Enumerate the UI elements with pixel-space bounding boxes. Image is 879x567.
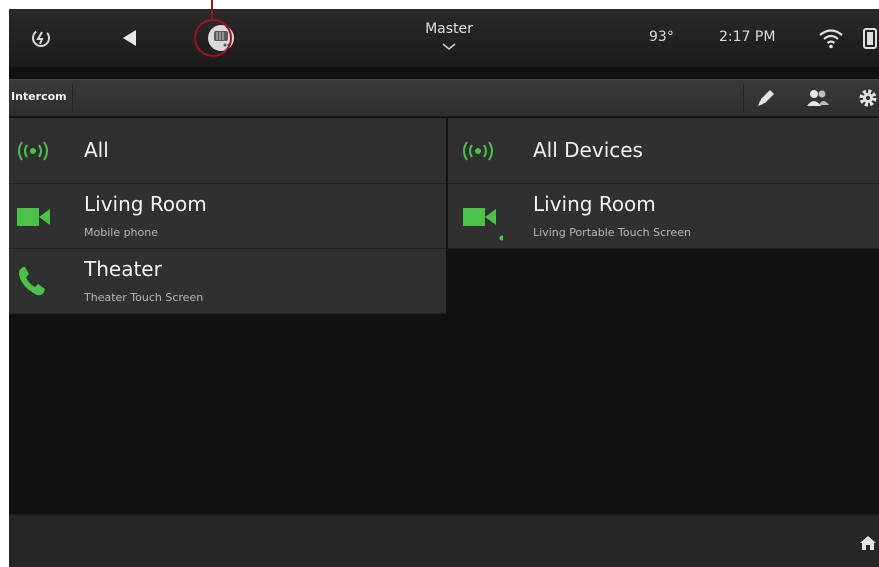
battery-icon <box>861 9 879 67</box>
list-item-living-room[interactable]: Living Room Mobile phone <box>9 184 446 249</box>
divider <box>743 84 744 112</box>
temperature-readout: 93° <box>649 29 674 45</box>
back-button[interactable] <box>114 9 144 67</box>
chevron-down-icon[interactable] <box>439 41 459 53</box>
phone-icon <box>17 265 47 301</box>
list-item-subtitle: Theater Touch Screen <box>84 291 204 304</box>
bottom-bar <box>9 514 879 567</box>
broadcast-icon <box>460 140 496 166</box>
callout-line <box>211 0 213 20</box>
contacts-icon[interactable] <box>805 87 831 111</box>
clock: 2:17 PM <box>719 29 776 45</box>
settings-gear-icon[interactable] <box>857 87 879 111</box>
video-camera-icon <box>463 206 505 246</box>
list-item-theater[interactable]: Theater Theater Touch Screen <box>9 249 446 314</box>
power-icon[interactable] <box>23 9 59 67</box>
list-item-title: All Devices <box>533 138 643 162</box>
list-item-all[interactable]: All <box>9 118 446 184</box>
top-bar: Master 93° 2:17 PM <box>9 9 879 67</box>
callout-ring <box>194 19 232 57</box>
section-title: Intercom <box>11 90 67 103</box>
home-icon[interactable] <box>859 535 877 551</box>
list-item-title: Theater <box>84 257 162 281</box>
list-item-all-devices[interactable]: All Devices <box>448 118 879 184</box>
list-item-title: Living Room <box>84 192 207 216</box>
room-selector-label[interactable]: Master <box>404 21 494 37</box>
divider <box>72 84 73 112</box>
list-item-title: Living Room <box>533 192 656 216</box>
touch-panel-screen: Master 93° 2:17 PM Intercom All Living R… <box>9 9 879 567</box>
list-item-subtitle: Living Portable Touch Screen <box>533 226 691 239</box>
wifi-icon <box>815 9 847 67</box>
list-item-living-room-device[interactable]: Living Room Living Portable Touch Screen <box>448 184 879 249</box>
broadcast-icon <box>15 140 51 166</box>
list-item-subtitle: Mobile phone <box>84 226 159 239</box>
video-camera-icon <box>17 206 51 232</box>
list-item-title: All <box>84 138 109 162</box>
section-header: Intercom <box>9 79 879 117</box>
edit-pencil-icon[interactable] <box>755 87 779 111</box>
